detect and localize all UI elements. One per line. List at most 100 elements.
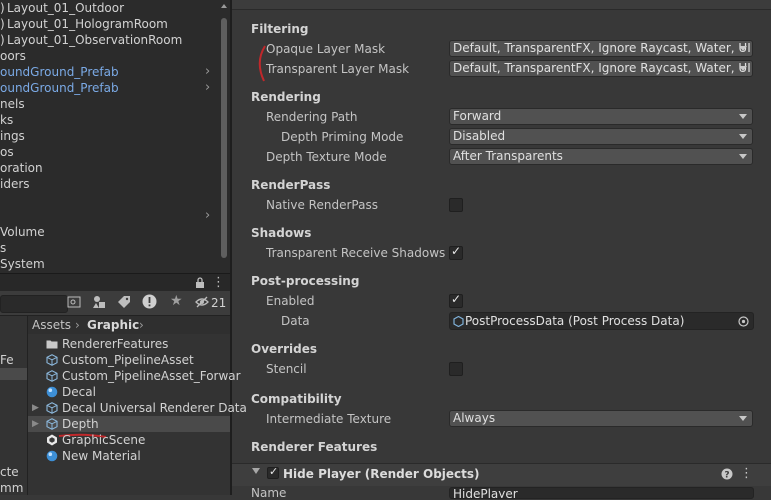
post-process-data-value: PostProcessData (Post Process Data) [465,314,685,328]
expand-arrow-icon[interactable]: ▶ [32,416,39,432]
project-file-item[interactable]: Custom_PipelineAsset [28,352,230,368]
kebab-menu-icon[interactable]: ⋮ [212,274,225,291]
project-file-label: New Material [62,449,141,463]
search-by-type-icon[interactable] [67,295,81,309]
section-rendering-title: Rendering [251,90,321,104]
section-filtering-title: Filtering [251,22,309,36]
post-process-data-object-field[interactable]: PostProcessData (Post Process Data) [449,312,754,330]
chevron-right-icon[interactable]: › [205,208,215,224]
scene-icon: ) [0,17,5,31]
unity-scene-icon [47,434,57,446]
folder-tree-item[interactable]: mm [0,480,27,495]
help-icon[interactable]: ? [721,468,733,480]
object-picker-icon[interactable] [738,316,749,327]
folder-tree-item[interactable] [0,416,27,432]
inspector-header-strip [232,0,771,10]
post-processing-data-label: Data [281,314,310,328]
renderer-feature-name-value: HidePlayer [453,487,518,499]
chevron-down-icon [739,154,747,159]
kebab-menu-icon[interactable]: ⋮ [740,465,753,483]
scroll-up-icon[interactable] [220,2,228,10]
warning-icon[interactable] [142,294,157,309]
project-file-item[interactable]: Custom_PipelineAsset_Forwar [28,368,241,384]
project-panel-header: ⋮ [0,273,230,292]
native-renderpass-checkbox[interactable] [449,198,463,212]
asset-cube-icon [46,418,58,430]
stencil-checkbox[interactable] [449,362,463,376]
transparent-receive-shadows-checkbox[interactable]: ✓ [449,244,463,260]
transparent-layer-mask-dropdown[interactable]: Default, TransparentFX, Ignore Raycast, … [449,60,753,77]
folder-tree-item[interactable] [0,448,27,464]
foldout-arrow-icon[interactable] [252,468,260,474]
chevron-right-icon[interactable]: › [205,64,215,80]
renderer-feature-name-label: Name [251,486,287,500]
project-file-label: GraphicScene [62,433,146,447]
depth-priming-mode-value: Disabled [453,129,506,143]
post-processing-enabled-checkbox[interactable]: ✓ [449,292,463,308]
rendering-path-dropdown[interactable]: Forward [449,108,753,125]
label-icon[interactable] [117,295,131,309]
project-file-label: RendererFeatures [62,337,169,351]
hierarchy-item-label: oors [0,49,26,63]
depth-texture-mode-value: After Transparents [453,149,563,163]
chevron-down-icon [739,114,747,119]
material-sphere-icon [46,450,58,462]
hierarchy-item-label: Layout_01_Outdoor [7,1,125,15]
hierarchy-item-label: ings [0,129,25,143]
scene-icon: ) [0,33,5,47]
section-post-processing-title: Post-processing [251,274,360,288]
chevron-down-icon [739,416,747,421]
expand-arrow-icon[interactable]: ▶ [32,400,39,416]
project-file-label: Custom_PipelineAsset [62,353,194,367]
project-folder-tree[interactable]: Fe cte mm [0,316,28,495]
lock-icon[interactable] [195,277,205,289]
folder-tree-item[interactable] [0,320,27,336]
folder-tree-item[interactable] [0,384,27,400]
renderer-feature-name-input[interactable]: HidePlayer [449,487,754,499]
renderer-feature-header[interactable]: ✓ Hide Player (Render Objects) ? ⋮ [232,463,771,486]
renderer-feature-enabled-checkbox[interactable]: ✓ [267,465,279,479]
project-file-item[interactable]: Decal [28,384,230,400]
intermediate-texture-value: Always [453,411,496,425]
section-overrides-title: Overrides [251,342,317,356]
folder-tree-item[interactable] [0,368,27,384]
hidden-eye-icon[interactable] [195,296,209,308]
asset-cube-icon [46,354,58,366]
rendering-path-value: Forward [453,109,502,123]
section-shadows-title: Shadows [251,226,312,240]
opaque-layer-mask-dropdown[interactable]: Default, TransparentFX, Ignore Raycast, … [449,40,753,57]
project-file-item[interactable]: GraphicScene [28,432,230,448]
scriptable-object-icon [453,316,464,327]
project-search-input[interactable] [0,295,68,313]
hierarchy-item-label: oundGround_Prefab [0,65,119,79]
depth-priming-mode-dropdown[interactable]: Disabled [449,128,753,145]
folder-tree-item[interactable]: Fe [0,352,27,368]
section-renderer-features-title: Renderer Features [251,440,378,454]
breadcrumb-current[interactable]: Graphic [87,317,139,333]
section-renderpass-title: RenderPass [251,178,331,192]
breadcrumb: Assets › Graphic › [28,316,230,334]
project-file-item[interactable]: ▶ Depth [28,416,230,432]
folder-tree-item[interactable] [0,400,27,416]
project-file-label: Decal Universal Renderer Data [62,401,247,415]
project-file-item[interactable]: RendererFeatures [28,336,230,352]
chevron-down-icon [739,46,747,51]
hierarchy-scroll-thumb[interactable] [221,18,227,258]
intermediate-texture-dropdown[interactable]: Always [449,410,753,427]
svg-text:?: ? [724,471,729,481]
project-file-item[interactable]: ▶ Decal Universal Renderer Data [28,400,247,416]
asset-cube-icon [46,402,58,414]
depth-texture-mode-dropdown[interactable]: After Transparents [449,148,753,165]
folder-tree-item[interactable]: cte [0,464,27,480]
opaque-layer-mask-label: Opaque Layer Mask [266,42,386,56]
project-file-item[interactable]: New Material [28,448,230,464]
hierarchy-item-label: iders [0,177,30,191]
hidden-count: 21 [211,296,227,310]
hierarchy-panel: ) Layout_01_Outdoor) Layout_01_HologramRoo… [0,0,230,273]
breadcrumb-root[interactable]: Assets [32,317,71,333]
chevron-right-icon[interactable]: › [205,80,215,96]
folder-tree-item[interactable] [0,432,27,448]
favorite-star-icon[interactable]: ★ [170,293,183,309]
folder-tree-item[interactable] [0,336,27,352]
filter-by-type-icon[interactable] [92,295,106,309]
